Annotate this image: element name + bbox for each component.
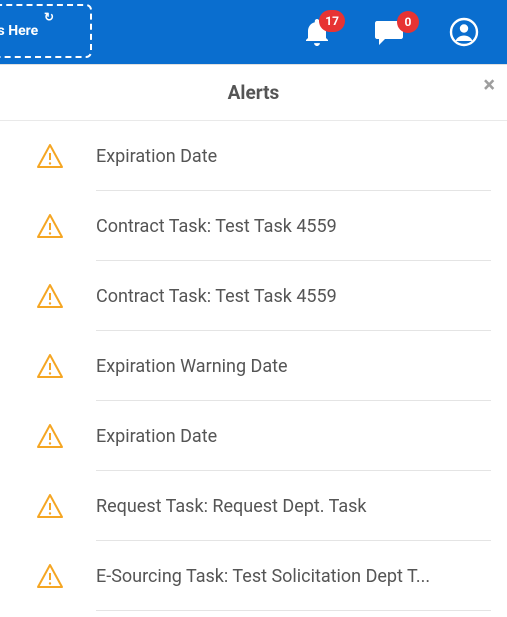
alert-title: Expiration Date: [96, 146, 485, 167]
reload-icon: ↻: [44, 10, 54, 24]
warning-triangle-icon: [36, 353, 64, 379]
alert-row[interactable]: Request Task: Request Dept. Task: [0, 471, 507, 541]
topbar-icon-group: 17 0: [305, 17, 479, 47]
alert-title: Contract Task: Test Task 4559: [96, 216, 485, 237]
warning-triangle-icon: [36, 283, 64, 309]
alert-row[interactable]: Contract Task: Test Task 4559: [0, 191, 507, 261]
alerts-panel-title: Alerts: [228, 81, 280, 104]
warning-triangle-icon: [36, 493, 64, 519]
messages-button[interactable]: 0: [375, 19, 403, 45]
top-navbar: ↻ es Here 17 0: [0, 0, 507, 64]
alert-row[interactable]: Expiration Date: [0, 121, 507, 191]
drop-target-label: es Here: [0, 23, 38, 39]
alert-row[interactable]: Expiration Date: [0, 401, 507, 471]
messages-badge: 0: [397, 11, 419, 33]
alerts-panel: Alerts × Expiration Date Contract Task: …: [0, 64, 507, 617]
alerts-panel-header: Alerts ×: [0, 65, 507, 121]
alert-title: E-Sourcing Task: Test Solicitation Dept …: [96, 566, 485, 587]
alert-title: Expiration Date: [96, 426, 485, 447]
warning-triangle-icon: [36, 563, 64, 589]
notifications-button[interactable]: 17: [305, 18, 329, 46]
close-button[interactable]: ×: [483, 75, 495, 97]
user-circle-icon: [449, 17, 479, 47]
alert-title: Request Task: Request Dept. Task: [96, 496, 485, 517]
alerts-list: Expiration Date Contract Task: Test Task…: [0, 121, 507, 617]
alert-row[interactable]: Expiration Warning Date: [0, 331, 507, 401]
notifications-badge: 17: [319, 10, 345, 32]
warning-triangle-icon: [36, 423, 64, 449]
drop-target-box[interactable]: ↻ es Here: [0, 4, 92, 58]
warning-triangle-icon: [36, 143, 64, 169]
alert-title: Expiration Warning Date: [96, 356, 485, 377]
warning-triangle-icon: [36, 213, 64, 239]
profile-button[interactable]: [449, 17, 479, 47]
alert-title: Contract Task: Test Task 4559: [96, 286, 485, 307]
alert-row[interactable]: Contract Task: Test Task 4559: [0, 261, 507, 331]
alert-row[interactable]: E-Sourcing Task: Test Solicitation Dept …: [0, 541, 507, 611]
